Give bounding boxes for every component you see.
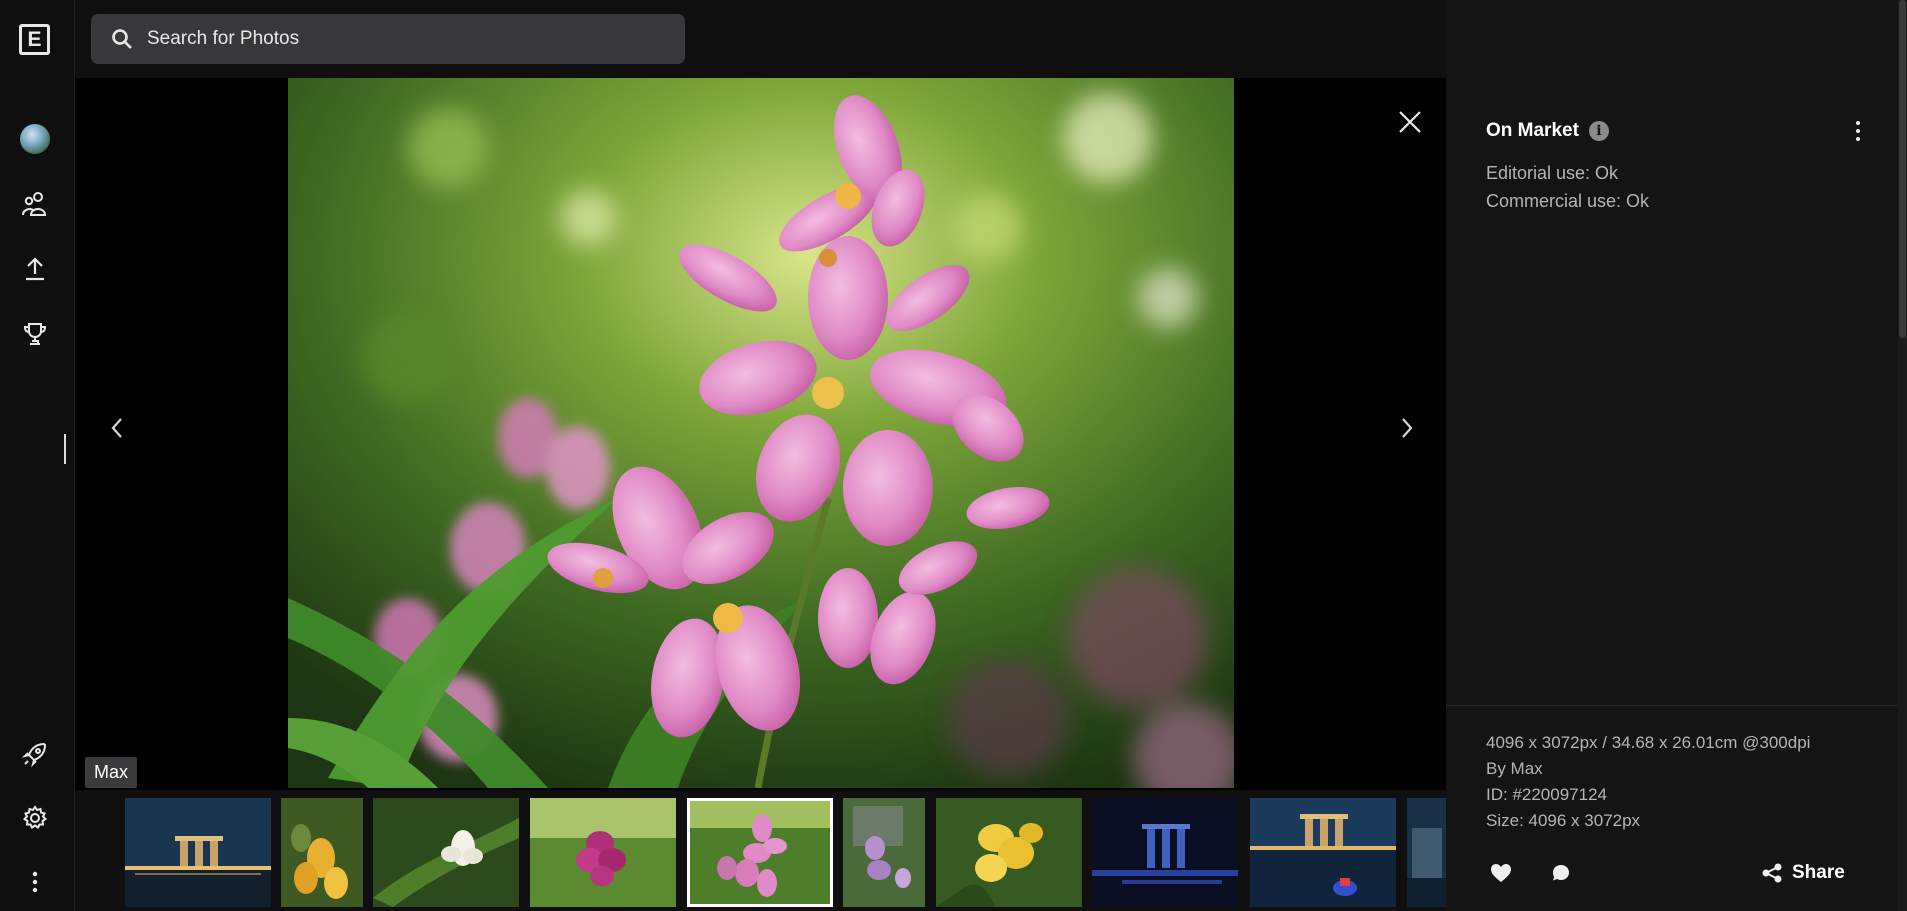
app-logo[interactable]: E <box>19 24 50 55</box>
panel-divider <box>1446 705 1898 706</box>
editorial-use: Editorial use: Ok <box>1486 163 1619 183</box>
city-night-thumb-image <box>125 798 271 907</box>
filmstrip-thumb[interactable] <box>125 798 271 907</box>
profile-avatar[interactable] <box>20 124 50 154</box>
purple-orchid-thumb-image <box>843 798 925 907</box>
chevron-right-icon <box>1402 418 1413 438</box>
settings-button[interactable] <box>17 800 53 836</box>
info-icon[interactable]: i <box>1588 121 1609 141</box>
rail-resize-handle[interactable] <box>64 434 66 464</box>
top-bar <box>75 0 1446 78</box>
photo-author: By Max <box>1486 759 1543 778</box>
filmstrip-thumb[interactable] <box>530 798 676 907</box>
people-icon <box>22 192 47 216</box>
market-status: On Market i <box>1486 120 1609 142</box>
city-night-blue-thumb-image <box>1092 798 1238 907</box>
rocket-button[interactable] <box>17 736 53 772</box>
more-options-button[interactable] <box>1846 116 1870 146</box>
people-button[interactable] <box>17 186 53 222</box>
upload-button[interactable] <box>17 251 53 287</box>
photo-size: Size: 4096 x 3072px <box>1486 811 1641 830</box>
filmstrip-thumb-selected[interactable] <box>687 798 833 907</box>
tooltip-text: Max <box>94 762 129 782</box>
magenta-orchid-thumb-image <box>530 798 676 907</box>
filmstrip-thumb[interactable] <box>843 798 925 907</box>
photo-details-panel: On Market i Editorial use: Ok Commercial… <box>1446 0 1907 911</box>
trophy-icon <box>23 323 47 345</box>
filmstrip-thumb[interactable] <box>281 798 363 907</box>
search-input[interactable] <box>147 28 667 50</box>
left-rail: E <box>0 0 75 911</box>
filmstrip-thumb[interactable] <box>936 798 1082 907</box>
gear-icon <box>22 805 48 829</box>
filmstrip-thumb[interactable] <box>1407 798 1446 907</box>
market-status-label: On Market <box>1486 120 1579 141</box>
filmstrip <box>75 790 1446 911</box>
author-tooltip: Max <box>85 757 138 788</box>
yellow-flowers-thumb-image <box>936 798 1082 907</box>
filmstrip-thumb[interactable] <box>1092 798 1238 907</box>
search-icon <box>112 29 132 49</box>
scrollbar-thumb[interactable] <box>1899 0 1906 338</box>
comment-button[interactable] <box>1546 858 1576 888</box>
panel-scrollbar[interactable] <box>1898 0 1907 911</box>
commercial-use: Commercial use: Ok <box>1486 191 1650 211</box>
search-bar[interactable] <box>91 14 685 64</box>
share-icon <box>1762 863 1782 883</box>
white-orchid-thumb-image <box>373 798 519 907</box>
city-partial-thumb-image <box>1407 798 1446 907</box>
orchid-photo-image <box>288 78 1234 788</box>
more-vertical-icon <box>1856 121 1860 125</box>
heart-icon <box>1491 864 1511 882</box>
close-icon <box>1399 111 1421 133</box>
next-photo-button[interactable] <box>1387 408 1427 448</box>
more-vertical-icon <box>32 871 38 893</box>
photo-viewer <box>75 78 1446 790</box>
photo-id: ID: #220097124 <box>1486 785 1607 804</box>
trophy-button[interactable] <box>17 316 53 352</box>
filmstrip-thumb[interactable] <box>373 798 519 907</box>
yellow-orchid-thumb-image <box>281 798 363 907</box>
city-night-boat-thumb-image <box>1250 798 1396 907</box>
pink-orchid-thumb-image <box>687 798 833 907</box>
photo-dimensions: 4096 x 3072px / 34.68 x 26.01cm @300dpi <box>1486 733 1811 752</box>
logo-letter: E <box>27 27 42 51</box>
close-button[interactable] <box>1390 102 1430 142</box>
like-button[interactable] <box>1486 858 1516 888</box>
rocket-icon <box>22 742 47 767</box>
filmstrip-thumb[interactable] <box>1250 798 1396 907</box>
main-photo[interactable] <box>288 78 1234 788</box>
previous-photo-button[interactable] <box>97 408 137 448</box>
more-button[interactable] <box>17 864 53 900</box>
share-button[interactable]: Share <box>1762 858 1845 888</box>
chevron-left-icon <box>111 418 122 438</box>
upload-icon <box>26 257 44 281</box>
share-label: Share <box>1792 862 1845 883</box>
comment-icon <box>1553 865 1569 881</box>
